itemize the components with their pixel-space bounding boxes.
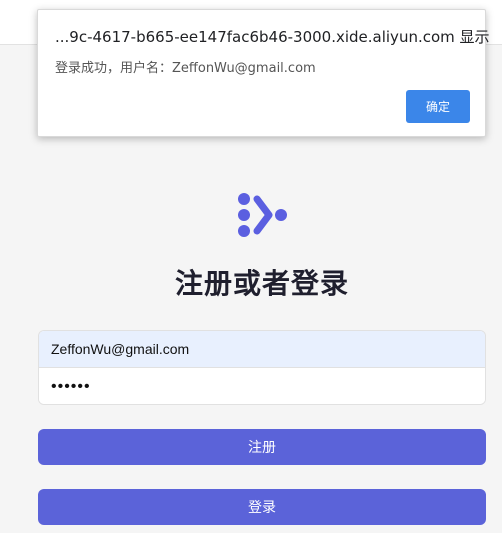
page-title: 注册或者登录 [174,267,349,300]
alert-ok-button[interactable]: 确定 [406,90,470,123]
alert-message: 登录成功，用户名：ZeffonWu@gmail.com [55,61,316,76]
login-button[interactable]: 登录 [38,489,486,525]
password-field[interactable]: •••••• [39,368,485,404]
alert-dialog: ...9c-4617-b665-ee147fac6b46-3000.xide.a… [37,9,490,137]
password-masked-value: •••••• [51,378,91,395]
app-logo-icon [238,193,287,237]
email-field[interactable] [39,331,485,368]
alert-title: ...9c-4617-b665-ee147fac6b46-3000.xide.a… [55,28,490,46]
register-button[interactable]: 注册 [38,429,486,465]
login-form: •••••• [38,330,486,405]
